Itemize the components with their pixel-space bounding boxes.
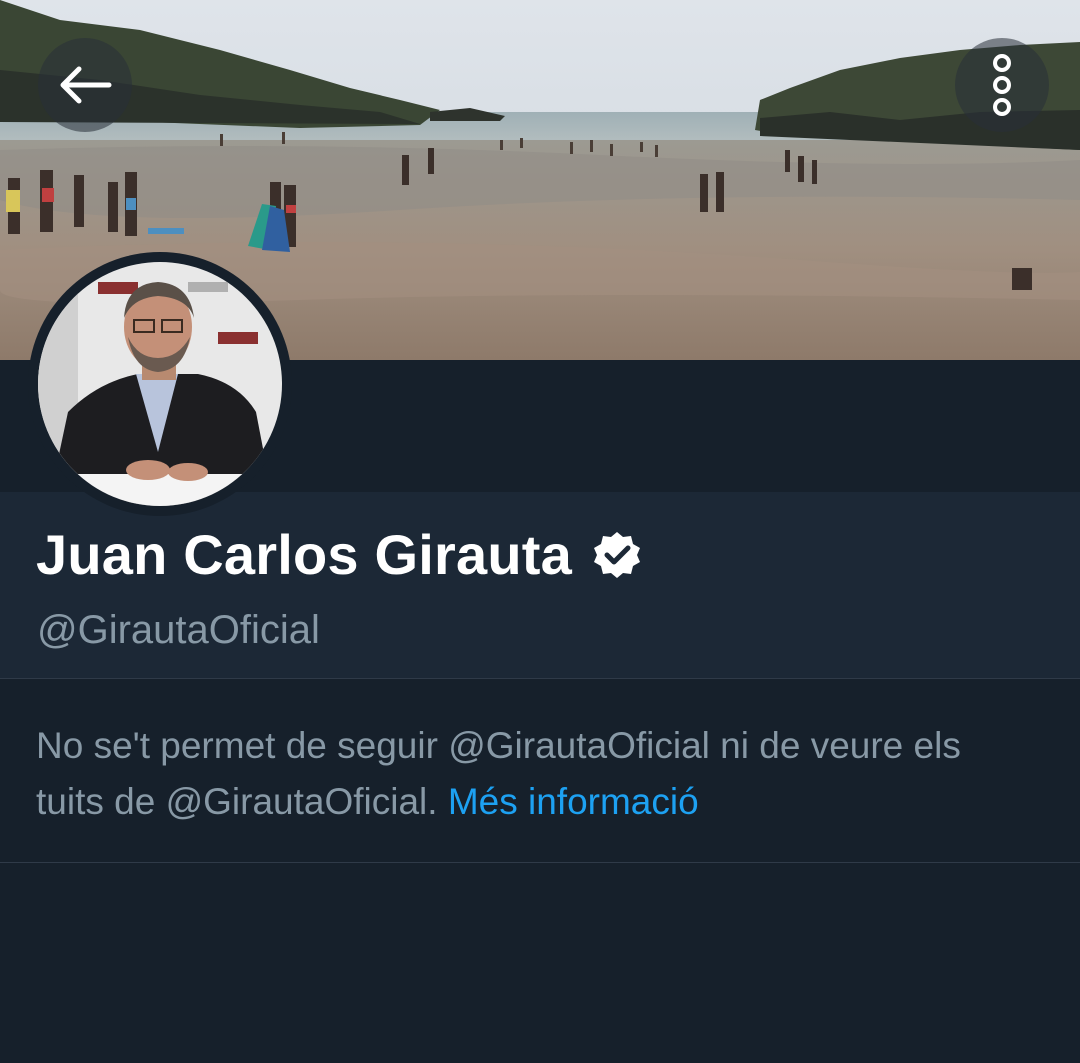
profile-handle: @GirautaOficial	[37, 608, 320, 652]
avatar-image	[38, 262, 282, 506]
verified-badge-icon	[593, 531, 640, 578]
display-name-row: Juan Carlos Girauta	[36, 522, 642, 587]
more-vertical-icon	[993, 54, 1011, 116]
avatar[interactable]	[28, 252, 292, 516]
learn-more-link[interactable]: Més informació	[448, 781, 699, 822]
blocked-notice: No se't permet de seguir @GirautaOficial…	[36, 718, 1036, 830]
display-name: Juan Carlos Girauta	[36, 523, 572, 586]
more-options-button[interactable]	[955, 38, 1049, 132]
arrow-left-icon	[60, 66, 112, 104]
back-button[interactable]	[38, 38, 132, 132]
empty-content-area	[0, 863, 1080, 1063]
